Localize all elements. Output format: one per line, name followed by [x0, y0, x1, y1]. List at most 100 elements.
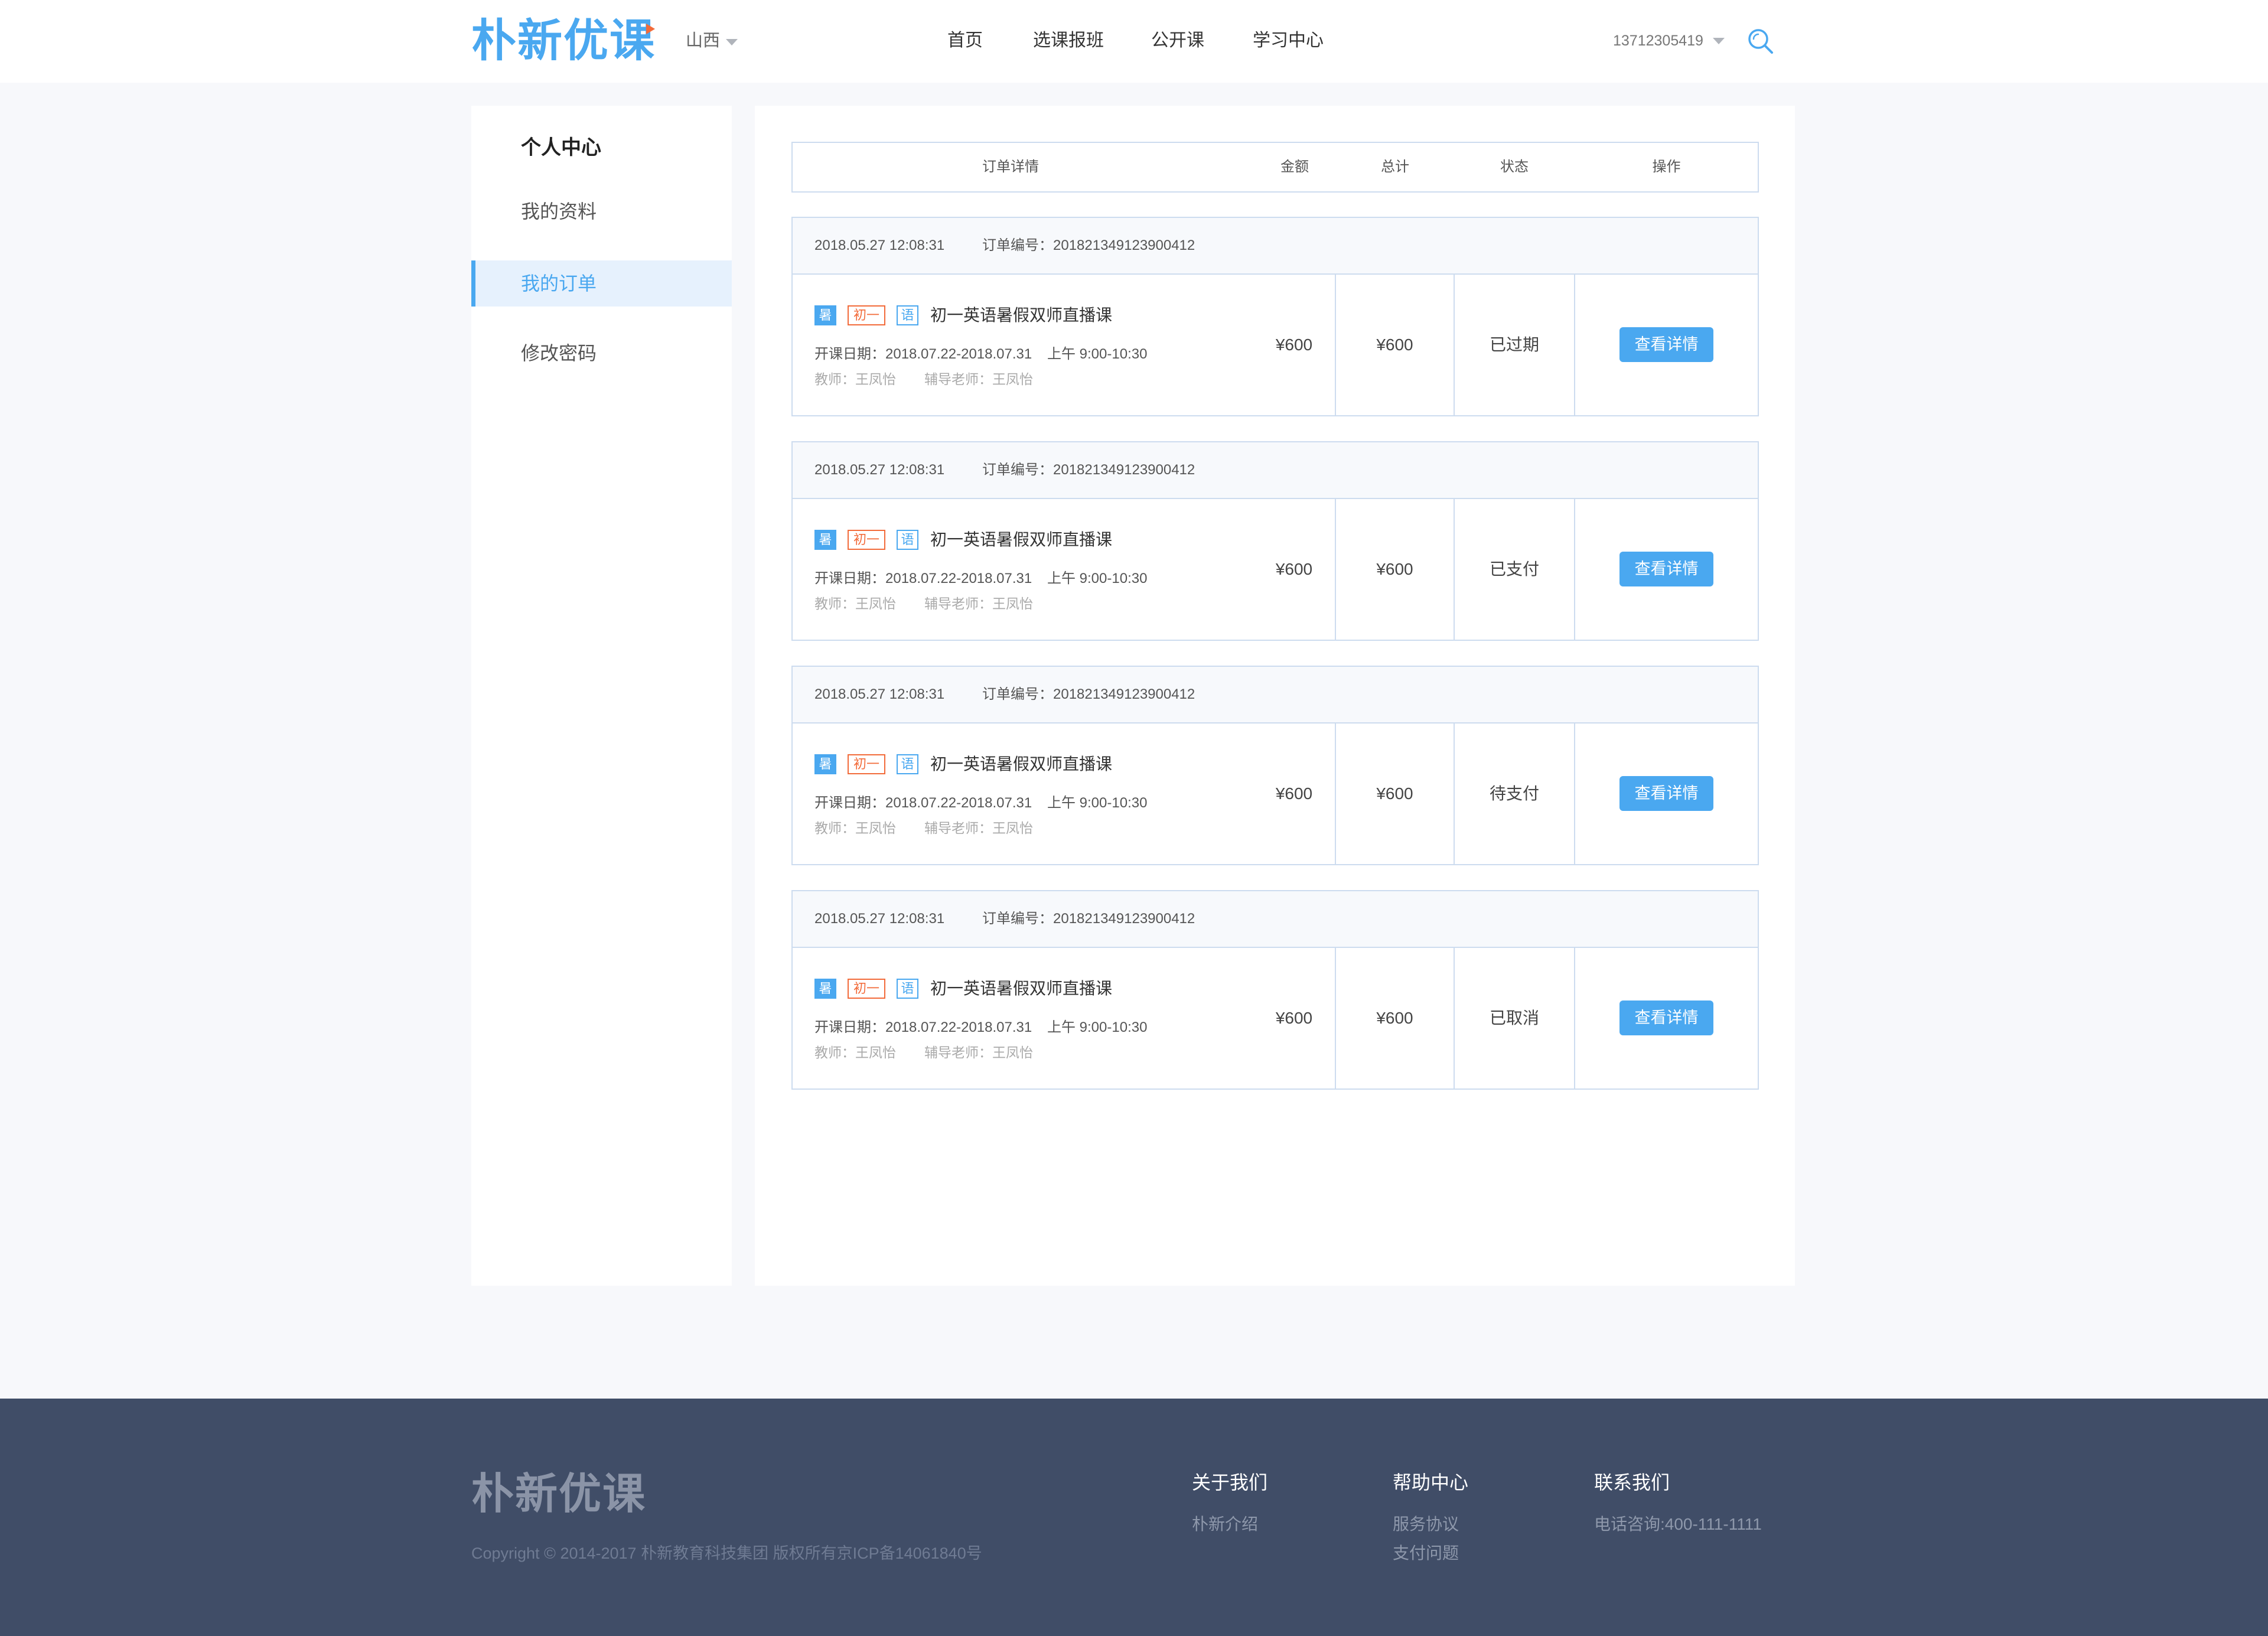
- order-card-header: 2018.05.27 12:08:31 订单编号：201821349123900…: [793, 667, 1758, 724]
- teacher-name: 教师：王凤怡: [814, 371, 896, 387]
- course-title[interactable]: 初一英语暑假双师直播课: [930, 529, 1112, 551]
- tag-season: 暑: [814, 530, 836, 550]
- course-start-date: 开课日期：2018.07.22-2018.07.31: [814, 795, 1032, 811]
- course-start-date: 开课日期：2018.07.22-2018.07.31: [814, 346, 1032, 362]
- tag-season: 暑: [814, 305, 836, 325]
- footer-link-payment-issues[interactable]: 支付问题: [1393, 1543, 1459, 1564]
- order-amount: ¥600: [1275, 784, 1313, 803]
- order-number: 订单编号：201821349123900412: [982, 911, 1195, 927]
- order-card-header: 2018.05.27 12:08:31 订单编号：201821349123900…: [793, 218, 1758, 275]
- teacher-name: 教师：王凤怡: [814, 820, 896, 836]
- column-header-total: 总计: [1381, 159, 1409, 175]
- order-status: 已取消: [1489, 1009, 1539, 1027]
- footer-heading-about: 关于我们: [1192, 1472, 1268, 1493]
- footer-logo: 朴新优课: [471, 1471, 647, 1518]
- top-header: 朴新优课 山西 首页 选课报班 公开课 学习中心 13712305419: [0, 0, 2268, 83]
- sidebar-item-my-orders[interactable]: 我的订单: [471, 260, 732, 307]
- order-status: 待支付: [1489, 784, 1539, 803]
- sidebar: 个人中心 我的资料 我的订单 修改密码: [471, 106, 732, 1286]
- view-details-button[interactable]: 查看详情: [1619, 327, 1713, 362]
- tag-grade: 初一: [848, 530, 885, 550]
- tag-subject: 语: [897, 754, 918, 774]
- tag-subject: 语: [897, 530, 918, 550]
- course-session-time: 上午 9:00-10:30: [1047, 346, 1148, 362]
- region-selector[interactable]: 山西: [686, 29, 720, 53]
- order-time: 2018.05.27 12:08:31: [814, 911, 945, 927]
- column-header-amount: 金额: [1280, 159, 1309, 175]
- tag-grade: 初一: [848, 979, 885, 999]
- order-total: ¥600: [1376, 784, 1413, 803]
- order-amount: ¥600: [1275, 560, 1313, 578]
- order-number: 订单编号：201821349123900412: [982, 237, 1195, 253]
- footer-copyright: Copyright © 2014-2017 朴新教育科技集团 版权所有京ICP备…: [471, 1544, 982, 1562]
- tutor-name: 辅导老师：王凤怡: [924, 820, 1033, 836]
- tag-season: 暑: [814, 754, 836, 774]
- column-header-detail: 订单详情: [982, 159, 1039, 175]
- caret-down-icon[interactable]: [726, 39, 738, 45]
- tag-grade: 初一: [848, 754, 885, 774]
- course-session-time: 上午 9:00-10:30: [1047, 1019, 1148, 1035]
- tutor-name: 辅导老师：王凤怡: [924, 371, 1033, 387]
- region-label: 山西: [686, 31, 721, 50]
- course-start-date: 开课日期：2018.07.22-2018.07.31: [814, 1019, 1032, 1035]
- order-card-body: 暑 初一 语 初一英语暑假双师直播课 开课日期：2018.07.22-2018.…: [793, 724, 1758, 864]
- course-title[interactable]: 初一英语暑假双师直播课: [930, 977, 1112, 1000]
- caret-down-icon[interactable]: [1713, 38, 1725, 44]
- sidebar-item-change-password[interactable]: 修改密码: [471, 330, 732, 376]
- tag-season: 暑: [814, 979, 836, 999]
- order-total: ¥600: [1376, 1009, 1413, 1027]
- order-total: ¥600: [1376, 335, 1413, 354]
- nav-item-home[interactable]: 首页: [947, 29, 983, 53]
- order-time: 2018.05.27 12:08:31: [814, 462, 945, 478]
- footer-link-service-agreement[interactable]: 服务协议: [1393, 1514, 1459, 1535]
- tag-subject: 语: [897, 305, 918, 325]
- order-card-body: 暑 初一 语 初一英语暑假双师直播课 开课日期：2018.07.22-2018.…: [793, 275, 1758, 415]
- orders-table-header: 订单详情 金额 总计 状态 操作: [791, 142, 1759, 193]
- orders-panel: 订单详情 金额 总计 状态 操作 2018.05.27 12:08:31 订单编…: [755, 106, 1795, 1286]
- order-card: 2018.05.27 12:08:31 订单编号：201821349123900…: [791, 441, 1759, 641]
- course-title[interactable]: 初一英语暑假双师直播课: [930, 753, 1112, 775]
- column-header-action: 操作: [1652, 159, 1681, 175]
- search-icon[interactable]: [1746, 27, 1774, 55]
- footer-link-about-pusin[interactable]: 朴新介绍: [1192, 1514, 1258, 1535]
- order-card: 2018.05.27 12:08:31 订单编号：201821349123900…: [791, 890, 1759, 1090]
- tutor-name: 辅导老师：王凤怡: [924, 1045, 1033, 1060]
- view-details-button[interactable]: 查看详情: [1619, 552, 1713, 586]
- footer-heading-contact: 联系我们: [1594, 1472, 1670, 1493]
- nav-item-course-enroll[interactable]: 选课报班: [1033, 29, 1104, 53]
- footer-contact-phone[interactable]: 电话咨询:400-111-1111: [1594, 1514, 1762, 1535]
- order-action-cell: 查看详情: [1575, 948, 1758, 1089]
- order-amount: ¥600: [1275, 1009, 1313, 1027]
- course-title[interactable]: 初一英语暑假双师直播课: [930, 304, 1112, 327]
- tag-grade: 初一: [848, 305, 885, 325]
- order-time: 2018.05.27 12:08:31: [814, 237, 945, 253]
- order-action-cell: 查看详情: [1575, 724, 1758, 864]
- course-session-time: 上午 9:00-10:30: [1047, 571, 1148, 586]
- order-status: 已支付: [1489, 560, 1539, 578]
- sidebar-item-my-profile[interactable]: 我的资料: [471, 188, 732, 234]
- teacher-name: 教师：王凤怡: [814, 1045, 896, 1060]
- footer-heading-help: 帮助中心: [1393, 1472, 1469, 1493]
- view-details-button[interactable]: 查看详情: [1619, 1000, 1713, 1035]
- order-number: 订单编号：201821349123900412: [982, 686, 1195, 702]
- order-action-cell: 查看详情: [1575, 499, 1758, 640]
- order-total: ¥600: [1376, 560, 1413, 578]
- logo-play-icon: [646, 24, 655, 34]
- site-footer: 朴新优课 Copyright © 2014-2017 朴新教育科技集团 版权所有…: [0, 1399, 2268, 1636]
- nav-item-open-class[interactable]: 公开课: [1151, 29, 1204, 53]
- brand-logo[interactable]: 朴新优课: [471, 17, 656, 66]
- view-details-button[interactable]: 查看详情: [1619, 776, 1713, 811]
- course-session-time: 上午 9:00-10:30: [1047, 795, 1148, 811]
- sidebar-title: 个人中心: [521, 136, 601, 159]
- order-card: 2018.05.27 12:08:31 订单编号：201821349123900…: [791, 666, 1759, 865]
- order-number: 订单编号：201821349123900412: [982, 462, 1195, 478]
- teacher-name: 教师：王凤怡: [814, 596, 896, 611]
- course-start-date: 开课日期：2018.07.22-2018.07.31: [814, 571, 1032, 586]
- nav-item-learning-center[interactable]: 学习中心: [1253, 29, 1324, 53]
- order-amount: ¥600: [1275, 335, 1313, 354]
- order-time: 2018.05.27 12:08:31: [814, 686, 945, 702]
- order-card-body: 暑 初一 语 初一英语暑假双师直播课 开课日期：2018.07.22-2018.…: [793, 499, 1758, 640]
- order-card-header: 2018.05.27 12:08:31 订单编号：201821349123900…: [793, 442, 1758, 499]
- order-status: 已过期: [1489, 335, 1539, 354]
- user-account-menu[interactable]: 13712305419: [1613, 30, 1703, 51]
